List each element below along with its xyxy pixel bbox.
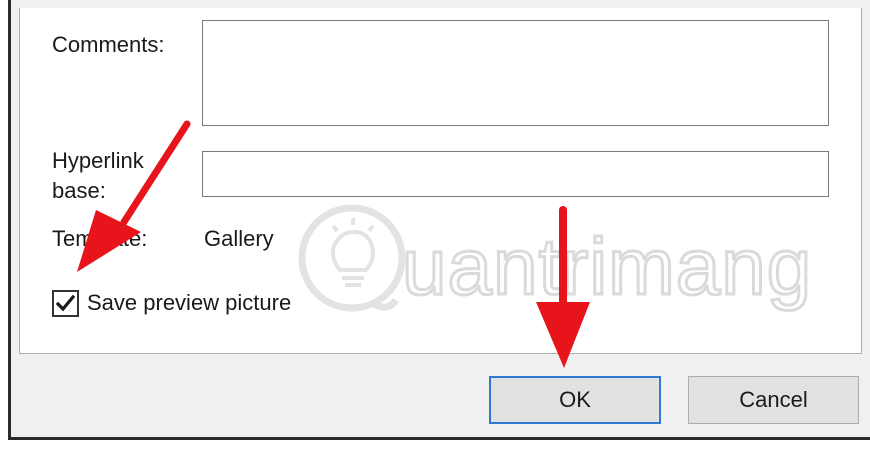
hyperlink-base-label-line1: Hyperlink bbox=[52, 148, 144, 173]
template-value: Gallery bbox=[204, 226, 274, 251]
ok-button[interactable]: OK bbox=[489, 376, 661, 424]
save-preview-label: Save preview picture bbox=[87, 290, 292, 315]
hyperlink-base-field[interactable] bbox=[202, 151, 829, 197]
cancel-button[interactable]: Cancel bbox=[688, 376, 859, 424]
save-preview-checkbox[interactable] bbox=[52, 289, 79, 317]
template-label: Template: bbox=[52, 226, 148, 251]
checkmark-icon bbox=[55, 294, 76, 311]
screenshot: Comments: Hyperlink base: Template: Gall… bbox=[0, 0, 870, 449]
comments-label: Comments: bbox=[52, 32, 165, 57]
hyperlink-base-label-line2: base: bbox=[52, 178, 106, 203]
save-preview-checkbox-row[interactable]: Save preview picture bbox=[52, 288, 291, 318]
comments-field[interactable] bbox=[202, 20, 829, 126]
